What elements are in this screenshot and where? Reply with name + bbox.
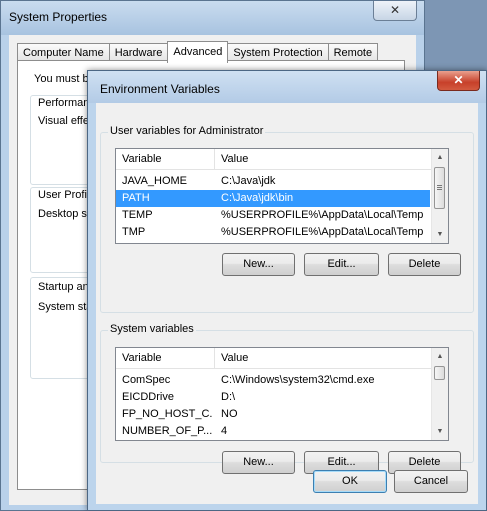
column-header-variable[interactable]: Variable bbox=[116, 149, 215, 169]
variable-value: D:\ bbox=[221, 391, 236, 403]
variable-value: C:\Java\jdk\bin bbox=[221, 192, 294, 204]
variable-name: TMP bbox=[122, 226, 146, 238]
environment-variables-title: Environment Variables bbox=[100, 82, 220, 96]
variable-name: PATH bbox=[122, 192, 150, 204]
system-variables-list-header: Variable Value bbox=[116, 348, 448, 369]
variable-value: C:\Java\jdk bbox=[221, 175, 276, 187]
column-header-variable[interactable]: Variable bbox=[116, 348, 215, 368]
variable-value: 4 bbox=[221, 425, 228, 437]
column-header-value[interactable]: Value bbox=[215, 149, 435, 169]
scroll-down-arrow-icon[interactable]: ▼ bbox=[432, 226, 448, 243]
ok-button[interactable]: OK bbox=[313, 470, 387, 493]
system-variable-row[interactable]: FP_NO_HOST_C... NO bbox=[116, 406, 430, 423]
close-icon: ✕ bbox=[453, 73, 464, 87]
variable-value: %USERPROFILE%\AppData\Local\Temp bbox=[221, 209, 424, 221]
user-delete-button[interactable]: Delete bbox=[388, 253, 461, 276]
variable-value: %USERPROFILE%\AppData\Local\Temp bbox=[221, 226, 424, 238]
admin-notice-text: You must be bbox=[34, 73, 95, 85]
user-profiles-description: Desktop se bbox=[38, 208, 94, 220]
user-variables-scrollbar[interactable]: ▲ ▼ bbox=[431, 149, 448, 243]
tab-advanced[interactable]: Advanced bbox=[167, 41, 229, 63]
scroll-thumb[interactable] bbox=[434, 366, 445, 380]
column-header-value[interactable]: Value bbox=[215, 348, 435, 368]
grip-line bbox=[437, 187, 442, 188]
scroll-up-arrow-icon[interactable]: ▲ bbox=[432, 149, 448, 166]
system-properties-title: System Properties bbox=[9, 10, 108, 24]
scroll-thumb[interactable] bbox=[434, 167, 445, 209]
user-variable-row[interactable]: JAVA_HOME C:\Java\jdk bbox=[116, 173, 430, 190]
user-variables-list[interactable]: Variable Value JAVA_HOME C:\Java\jdk PAT… bbox=[115, 148, 449, 244]
system-properties-close-button[interactable]: ✕ bbox=[373, 1, 417, 21]
system-variables-scrollbar[interactable]: ▲ ▼ bbox=[431, 348, 448, 440]
variable-name: EICDDrive bbox=[122, 391, 174, 403]
variable-name: FP_NO_HOST_C... bbox=[122, 408, 212, 420]
scroll-up-arrow-icon[interactable]: ▲ bbox=[432, 348, 448, 365]
variable-value: C:\Windows\system32\cmd.exe bbox=[221, 374, 375, 386]
tab-strip: Computer Name Hardware Advanced System P… bbox=[17, 41, 379, 63]
variable-name: JAVA_HOME bbox=[122, 175, 187, 187]
environment-variables-dialog: Environment Variables ✕ User variables f… bbox=[87, 70, 487, 511]
variable-value: NO bbox=[221, 408, 238, 420]
system-variable-row[interactable]: NUMBER_OF_P... 4 bbox=[116, 423, 430, 440]
user-variable-row-selected[interactable]: PATH C:\Java\jdk\bin bbox=[116, 190, 430, 207]
grip-line bbox=[437, 185, 442, 186]
close-icon: ✕ bbox=[389, 3, 401, 17]
user-variable-row[interactable]: TMP %USERPROFILE%\AppData\Local\Temp bbox=[116, 224, 430, 241]
system-variable-row[interactable]: ComSpec C:\Windows\system32\cmd.exe bbox=[116, 372, 430, 389]
environment-variables-body: User variables for Administrator Variabl… bbox=[96, 103, 478, 504]
grip-line bbox=[437, 189, 442, 190]
scroll-down-arrow-icon[interactable]: ▼ bbox=[432, 423, 448, 440]
system-variable-row[interactable]: EICDDrive D:\ bbox=[116, 389, 430, 406]
user-variables-list-header: Variable Value bbox=[116, 149, 448, 170]
user-edit-button[interactable]: Edit... bbox=[304, 253, 379, 276]
user-variables-group: User variables for Administrator Variabl… bbox=[100, 125, 474, 313]
variable-name: ComSpec bbox=[122, 374, 171, 386]
environment-variables-close-button[interactable]: ✕ bbox=[437, 71, 480, 91]
system-variables-group-title: System variables bbox=[108, 323, 196, 335]
variable-name: NUMBER_OF_P... bbox=[122, 425, 212, 437]
system-properties-titlebar[interactable]: System Properties ✕ bbox=[1, 1, 424, 35]
environment-variables-titlebar[interactable]: Environment Variables ✕ bbox=[88, 71, 486, 103]
system-variables-list[interactable]: Variable Value ComSpec C:\Windows\system… bbox=[115, 347, 449, 441]
system-new-button[interactable]: New... bbox=[222, 451, 295, 474]
cancel-button[interactable]: Cancel bbox=[394, 470, 468, 493]
user-variables-group-title: User variables for Administrator bbox=[108, 125, 266, 137]
user-new-button[interactable]: New... bbox=[222, 253, 295, 276]
variable-name: TEMP bbox=[122, 209, 153, 221]
performance-description: Visual effec bbox=[38, 115, 95, 127]
system-variables-group: System variables Variable Value ComSpec … bbox=[100, 323, 474, 474]
user-variable-row[interactable]: TEMP %USERPROFILE%\AppData\Local\Temp bbox=[116, 207, 430, 224]
